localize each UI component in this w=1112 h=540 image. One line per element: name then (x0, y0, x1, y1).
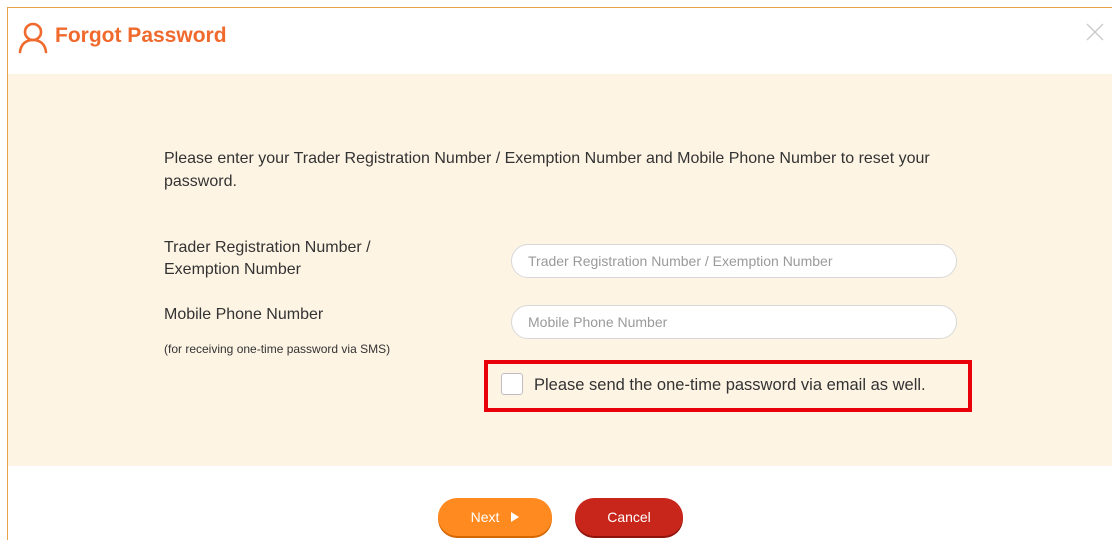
mobile-phone-hint: (for receiving one-time password via SMS… (164, 342, 391, 356)
play-icon (511, 512, 520, 522)
instruction-text: Please enter your Trader Registration Nu… (164, 150, 930, 190)
trader-reg-input[interactable] (511, 244, 957, 278)
trader-reg-label: Trader Registration Number / Exemption N… (164, 237, 371, 281)
mobile-phone-label: Mobile Phone Number (164, 306, 324, 323)
dialog-title: Forgot Password (55, 24, 227, 47)
forgot-password-dialog: Forgot Password Please enter your Trader… (7, 7, 1112, 540)
email-otp-label[interactable]: Please send the one-time password via em… (534, 374, 926, 396)
trader-reg-label-line2: Exemption Number (164, 261, 301, 278)
form-panel: Please enter your Trader Registration Nu… (8, 74, 1112, 466)
dialog-header: Forgot Password (8, 8, 1112, 74)
mobile-phone-input[interactable] (511, 305, 957, 339)
next-button[interactable]: Next (438, 498, 552, 536)
email-otp-checkbox[interactable] (501, 373, 523, 395)
next-button-label: Next (470, 509, 500, 525)
cancel-button[interactable]: Cancel (575, 498, 683, 536)
user-icon (18, 22, 48, 54)
close-icon[interactable] (1085, 22, 1105, 42)
trader-reg-label-line1: Trader Registration Number / (164, 239, 371, 256)
cancel-button-label: Cancel (607, 509, 651, 525)
